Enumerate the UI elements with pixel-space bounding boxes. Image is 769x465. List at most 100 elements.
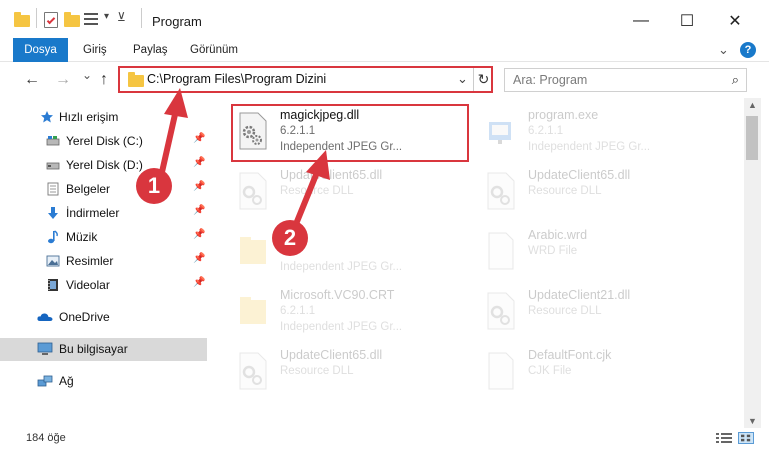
- address-bar[interactable]: C:\Program Files\Program Dizini ⌄ ↻: [118, 66, 493, 93]
- sidebar-item-local-disk-c[interactable]: Yerel Disk (C:) 📌: [0, 130, 207, 153]
- file-version: 6.2.1.1: [280, 305, 316, 317]
- address-dropdown-icon[interactable]: ⌄: [457, 71, 468, 87]
- search-box[interactable]: Ara: Program ⌕: [504, 68, 747, 92]
- network-icon: [37, 375, 53, 387]
- blank-file-icon: [488, 232, 514, 270]
- drive-icon: [46, 136, 60, 146]
- pin-icon[interactable]: 📌: [193, 181, 205, 192]
- pin-icon[interactable]: 📌: [193, 229, 205, 240]
- step-2-badge: 2: [272, 220, 308, 256]
- window-title: Program: [152, 14, 202, 29]
- scroll-thumb[interactable]: [746, 116, 758, 160]
- file-item[interactable]: UpdateClient65.dll Resource DLL: [480, 166, 720, 222]
- sidebar-item-label: Bu bilgisayar: [59, 342, 128, 356]
- file-item[interactable]: Independent JPEG Gr...: [232, 226, 472, 282]
- quick-access-customize-icon[interactable]: [84, 13, 100, 27]
- sidebar-item-this-pc[interactable]: Bu bilgisayar: [0, 338, 207, 361]
- folder-icon: [240, 237, 266, 264]
- highlight-frame: [231, 104, 469, 162]
- sidebar-item-documents[interactable]: Belgeler 📌: [0, 178, 207, 201]
- help-icon[interactable]: ?: [740, 42, 756, 58]
- pin-icon[interactable]: 📌: [193, 253, 205, 264]
- file-item-program-exe[interactable]: program.exe 6.2.1.1 Independent JPEG Gr.…: [480, 106, 720, 162]
- sidebar-item-label: OneDrive: [59, 310, 110, 324]
- sidebar-item-label: Belgeler: [66, 182, 111, 196]
- sidebar-item-label: Resimler: [66, 254, 114, 268]
- sidebar-item-local-disk-d[interactable]: Yerel Disk (D:) 📌: [0, 154, 207, 177]
- file-name: UpdateClient65.dll: [528, 168, 631, 182]
- music-icon: [48, 230, 58, 244]
- vertical-scrollbar[interactable]: ▲ ▼: [744, 98, 761, 428]
- refresh-button[interactable]: ↻: [473, 68, 493, 91]
- dll-gear-icon: [487, 292, 515, 330]
- dll-gear-icon: [239, 172, 267, 210]
- properties-icon[interactable]: [44, 12, 58, 28]
- title-bar: ▾ ⊻ Program — ☐ ✕: [0, 0, 769, 38]
- file-item[interactable]: UpdateClient65.dll Resource DLL: [232, 346, 472, 402]
- sidebar-item-onedrive[interactable]: OneDrive: [0, 306, 207, 329]
- file-item[interactable]: Microsoft.VC90.CRT 6.2.1.1 Independent J…: [232, 286, 472, 342]
- minimize-button[interactable]: —: [618, 6, 664, 36]
- item-count: 184 öğe: [26, 432, 66, 444]
- folder-icon: [240, 297, 266, 324]
- details-view-icon[interactable]: [716, 432, 732, 444]
- dll-gear-icon: [487, 172, 515, 210]
- file-item[interactable]: UpdateClient65.dll Resource DLL: [232, 166, 472, 222]
- expand-ribbon-icon[interactable]: ⌄: [718, 38, 729, 62]
- file-version: 6.2.1.1: [528, 125, 564, 137]
- tab-file[interactable]: Dosya: [13, 38, 68, 62]
- file-item[interactable]: UpdateClient21.dll Resource DLL: [480, 286, 720, 342]
- file-name: Arabic.wrd: [528, 228, 588, 242]
- close-button[interactable]: ✕: [712, 6, 758, 36]
- navigation-pane: Hızlı erişim Yerel Disk (C:) 📌 Yerel Dis…: [0, 98, 210, 428]
- tab-view[interactable]: Görünüm: [190, 38, 238, 62]
- search-icon[interactable]: ⌕: [732, 72, 739, 88]
- sidebar-item-label: Hızlı erişim: [59, 110, 119, 124]
- scroll-up-icon[interactable]: ▲: [748, 100, 757, 110]
- tiles-view-icon[interactable]: [738, 432, 754, 444]
- file-type: Resource DLL: [280, 365, 354, 377]
- qa-dropdown-icon[interactable]: ▾: [104, 11, 109, 27]
- file-type: Resource DLL: [528, 305, 602, 317]
- file-description: Independent JPEG Gr...: [528, 141, 651, 153]
- pin-icon[interactable]: 📌: [193, 133, 205, 144]
- scroll-down-icon[interactable]: ▼: [748, 416, 757, 426]
- recent-locations-button[interactable]: ⌄: [82, 68, 92, 82]
- maximize-button[interactable]: ☐: [664, 6, 710, 36]
- status-bar: 184 öğe: [0, 428, 769, 465]
- sidebar-item-label: Yerel Disk (D:): [66, 158, 143, 172]
- forward-button[interactable]: →: [55, 71, 71, 89]
- tab-share[interactable]: Paylaş: [133, 38, 168, 62]
- file-item[interactable]: Arabic.wrd WRD File: [480, 226, 720, 282]
- pin-icon[interactable]: 📌: [193, 157, 205, 168]
- file-name: UpdateClient21.dll: [528, 288, 631, 302]
- sidebar-item-pictures[interactable]: Resimler 📌: [0, 250, 207, 273]
- up-button[interactable]: ↑: [100, 71, 108, 89]
- folder-icon: [128, 72, 144, 87]
- file-name: DefaultFont.cjk: [528, 348, 612, 362]
- new-folder-icon[interactable]: [64, 12, 80, 28]
- file-name: Microsoft.VC90.CRT: [280, 288, 395, 302]
- tab-home[interactable]: Giriş: [83, 38, 107, 62]
- download-icon: [48, 207, 58, 219]
- sidebar-item-label: Müzik: [66, 230, 98, 244]
- sidebar-item-downloads[interactable]: İndirmeler 📌: [0, 202, 207, 225]
- back-button[interactable]: ←: [24, 71, 40, 89]
- divider: [141, 8, 142, 28]
- dll-gear-icon: [239, 352, 267, 390]
- sidebar-item-label: İndirmeler: [66, 206, 120, 220]
- sidebar-item-music[interactable]: Müzik 📌: [0, 226, 207, 249]
- ribbon-tabs: Dosya Giriş Paylaş Görünüm ⌄ ?: [0, 38, 769, 62]
- address-path[interactable]: C:\Program Files\Program Dizini: [147, 72, 326, 86]
- pin-icon[interactable]: 📌: [193, 277, 205, 288]
- sidebar-item-network[interactable]: Ağ: [0, 370, 207, 393]
- folder-icon: [14, 12, 30, 28]
- sidebar-item-videos[interactable]: Videolar 📌: [0, 274, 207, 297]
- file-name: UpdateClient65.dll: [280, 168, 383, 182]
- sidebar-item-label: Ağ: [59, 374, 74, 388]
- file-item[interactable]: DefaultFont.cjk CJK File: [480, 346, 720, 402]
- pin-icon[interactable]: 📌: [193, 205, 205, 216]
- search-placeholder[interactable]: Ara: Program: [513, 73, 587, 87]
- sidebar-item-quick-access[interactable]: Hızlı erişim: [0, 106, 207, 129]
- qa-menu-icon[interactable]: ⊻: [117, 10, 126, 26]
